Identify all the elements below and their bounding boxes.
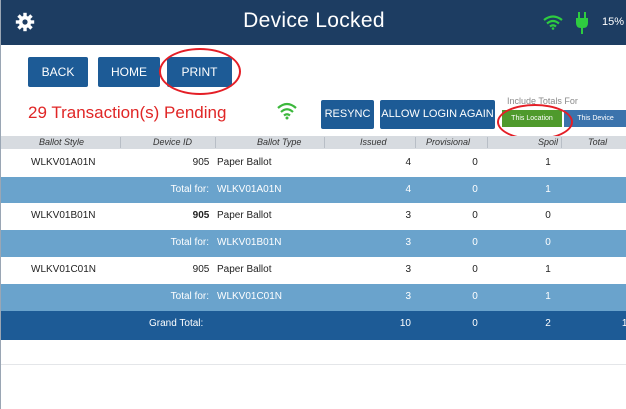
back-button[interactable]: BACK [28,57,88,87]
cell-ballot-style: WLKV01C01N [31,264,97,275]
column-divider [324,137,325,148]
allow-login-again-button[interactable]: ALLOW LOGIN AGAIN [380,100,495,129]
cell-total: 5 [613,184,626,195]
subtotal-ballot-style: WLKV01B01N [217,237,282,248]
cell-provisional: 0 [472,237,478,248]
cell-device-id: 905 [192,157,210,168]
column-divider [415,137,416,148]
cell-total: 3 [613,237,626,248]
table-row[interactable]: WLKV01B01N 905 Paper Ballot 3 0 0 3 [1,203,626,232]
cell-provisional: 0 [472,184,478,195]
column-divider [215,137,216,148]
cell-ballot-type: Paper Ballot [217,264,272,275]
cell-issued: 3 [405,210,411,221]
cell-issued: 3 [405,291,411,302]
cell-ballot-style: WLKV01A01N [31,157,96,168]
column-divider [120,137,121,148]
cell-issued: 3 [405,237,411,248]
subtotal-row: Total for: WLKV01A01N 4 0 1 5 [1,177,626,206]
cell-issued: 4 [405,157,411,168]
cell-spoil: 0 [545,210,551,221]
cell-provisional: 0 [472,264,478,275]
column-header-provisional[interactable]: Provisional [426,137,470,147]
cell-total: 3 [613,210,626,221]
cell-issued: 3 [405,264,411,275]
sync-wifi-icon [277,102,297,120]
column-header-total[interactable]: Total [588,137,607,147]
header-bar: Device Locked 15% [1,0,626,45]
resync-button[interactable]: RESYNC [321,100,374,129]
grand-total-issued: 10 [399,318,411,329]
cell-ballot-type: Paper Ballot [217,210,272,221]
page-title: Device Locked [243,9,385,32]
cell-provisional: 0 [472,291,478,302]
cell-total: 4 [613,291,626,302]
toggle-this-device[interactable]: This Device [564,110,626,127]
cell-spoil: 1 [545,184,551,195]
cell-ballot-style: WLKV01B01N [31,210,96,221]
subtotal-row: Total for: WLKV01B01N 3 0 0 3 [1,230,626,259]
pending-transactions-text: 29 Transaction(s) Pending [28,103,227,122]
column-header-issued[interactable]: Issued [360,137,387,147]
cell-provisional: 0 [472,210,478,221]
empty-area-divider [1,364,626,365]
cell-device-id: 905 [192,264,210,275]
cell-spoil: 1 [545,264,551,275]
cell-total: 5 [613,157,626,168]
power-plug-icon [576,12,588,34]
home-button[interactable]: HOME [98,57,160,87]
wifi-icon [543,15,563,30]
cell-spoil: 1 [545,157,551,168]
subtotal-row: Total for: WLKV01C01N 3 0 1 4 [1,284,626,313]
cell-provisional: 0 [472,157,478,168]
cell-spoil: 0 [545,237,551,248]
table-row[interactable]: WLKV01A01N 905 Paper Ballot 4 0 1 5 [1,150,626,179]
table-row[interactable]: WLKV01C01N 905 Paper Ballot 3 0 1 4 [1,257,626,286]
grand-total-spoil: 2 [545,318,551,329]
column-header-device-id[interactable]: Device ID [153,137,192,147]
column-header-ballot-type[interactable]: Ballot Type [257,137,301,147]
print-highlight-circle [159,48,241,95]
subtotal-label: Total for: [170,184,209,195]
grand-total-total: 12 [613,318,626,329]
cell-ballot-type: Paper Ballot [217,157,272,168]
column-divider [487,137,488,148]
column-divider [561,137,562,148]
location-highlight-circle [497,104,573,140]
cell-device-id: 905 [192,210,210,221]
app-window: Device Locked 15% BACK HOME PRINT 29 Tra… [0,0,626,409]
subtotal-ballot-style: WLKV01C01N [217,291,283,302]
battery-level: 15% [602,16,625,28]
subtotal-label: Total for: [170,291,209,302]
cell-spoil: 1 [545,291,551,302]
grand-total-provisional: 0 [472,318,478,329]
cell-total: 4 [613,264,626,275]
subtotal-ballot-style: WLKV01A01N [217,184,282,195]
cell-issued: 4 [405,184,411,195]
subtotal-label: Total for: [170,237,209,248]
grand-total-row: Grand Total: 10 0 2 12 [1,311,626,340]
table-header: Ballot Style Device ID Ballot Type Issue… [1,136,626,149]
column-header-ballot-style[interactable]: Ballot Style [39,137,84,147]
grand-total-label: Grand Total: [149,318,204,329]
column-header-spoil[interactable]: Spoil [538,137,558,147]
